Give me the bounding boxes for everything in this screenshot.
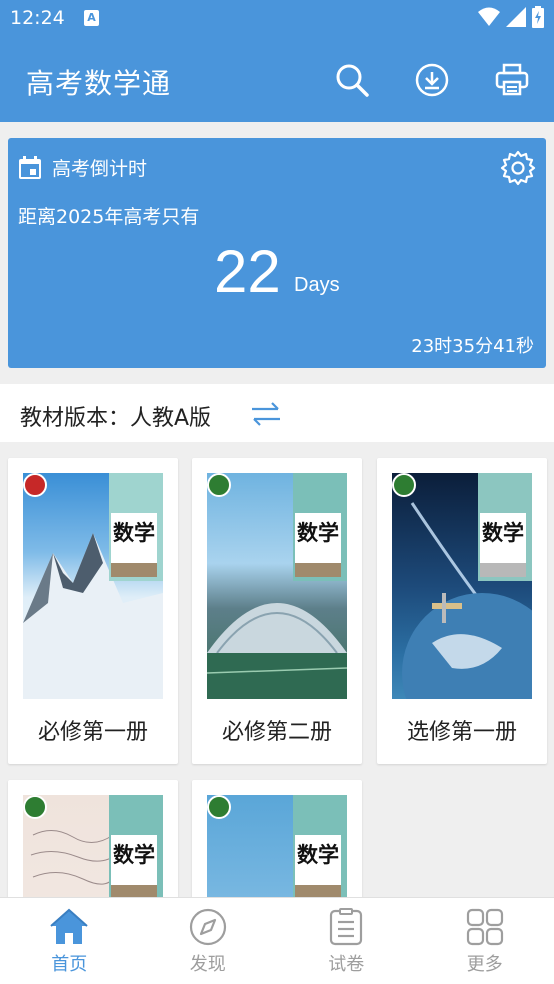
app-title: 高考数学通 bbox=[26, 67, 172, 100]
status-icons bbox=[478, 6, 544, 28]
nav-more[interactable]: 更多 bbox=[416, 898, 554, 984]
countdown-header: 高考倒计时 bbox=[18, 154, 147, 181]
book-card[interactable]: 数学 选修第一册 bbox=[377, 458, 547, 764]
publisher-logo bbox=[207, 473, 231, 497]
printer-icon bbox=[495, 63, 529, 96]
countdown-settings-button[interactable] bbox=[500, 150, 536, 190]
countdown-days-unit: Days bbox=[294, 274, 340, 296]
app-actions bbox=[330, 60, 534, 100]
book-cover: 数学 bbox=[23, 473, 163, 699]
search-button[interactable] bbox=[330, 60, 374, 100]
nav-more-label: 更多 bbox=[466, 954, 503, 975]
nav-home-label: 首页 bbox=[51, 954, 88, 975]
gear-icon bbox=[500, 150, 536, 186]
publisher-logo bbox=[207, 795, 231, 819]
book-card[interactable]: 数学 bbox=[192, 780, 362, 910]
countdown-remaining-time: 23时35分41秒 bbox=[411, 336, 534, 357]
download-icon bbox=[415, 63, 449, 97]
compass-icon bbox=[189, 908, 226, 946]
status-time: 12:24 bbox=[10, 7, 65, 29]
book-label: 必修第二册 bbox=[221, 720, 332, 745]
edition-bar[interactable]: 教材版本：人教A版 bbox=[0, 384, 554, 442]
cover-title: 数学 bbox=[113, 842, 155, 867]
book-card[interactable]: 数学 必修第二册 bbox=[192, 458, 362, 764]
wifi-icon bbox=[478, 7, 500, 26]
cover-title: 数学 bbox=[113, 520, 155, 545]
app-bar: 高考数学通 bbox=[0, 38, 554, 122]
book-cover: 数学 bbox=[23, 795, 163, 910]
countdown-subtitle: 距离2025年高考只有 bbox=[18, 206, 200, 228]
countdown-card: 高考倒计时 距离2025年高考只有 22 Days 23时35分41秒 bbox=[8, 138, 546, 368]
book-card[interactable]: 数学 bbox=[8, 780, 178, 910]
home-icon bbox=[50, 908, 88, 944]
publisher-logo bbox=[23, 795, 47, 819]
download-button[interactable] bbox=[410, 60, 454, 100]
countdown-heading: 高考倒计时 bbox=[52, 158, 148, 180]
publisher-logo bbox=[392, 473, 416, 497]
swap-icon[interactable] bbox=[250, 400, 282, 428]
notification-icon: A bbox=[84, 10, 99, 26]
cover-title: 数学 bbox=[482, 520, 524, 545]
cover-volume bbox=[295, 563, 341, 577]
cover-title: 数学 bbox=[297, 520, 339, 545]
book-cover: 数学 bbox=[392, 473, 532, 699]
cover-title: 数学 bbox=[297, 842, 339, 867]
signal-icon bbox=[506, 7, 526, 27]
book-card[interactable]: 数学 必修第一册 bbox=[8, 458, 178, 764]
bottom-nav: 首页 发现 试卷 更多 bbox=[0, 897, 554, 984]
nav-home[interactable]: 首页 bbox=[0, 898, 139, 984]
search-icon bbox=[336, 64, 369, 97]
nav-papers[interactable]: 试卷 bbox=[277, 898, 416, 984]
publisher-logo bbox=[23, 473, 47, 497]
nav-papers-label: 试卷 bbox=[328, 954, 365, 975]
paper-icon bbox=[330, 908, 363, 946]
edition-label: 教材版本：人教A版 bbox=[20, 406, 212, 431]
battery-icon bbox=[532, 6, 544, 28]
book-label: 选修第一册 bbox=[406, 720, 517, 745]
grid-icon bbox=[466, 908, 503, 946]
status-bar: 12:24 A bbox=[0, 0, 554, 38]
book-cover: 数学 bbox=[207, 473, 347, 699]
nav-discover-label: 发现 bbox=[189, 954, 226, 975]
calendar-icon bbox=[19, 155, 41, 179]
book-label: 必修第一册 bbox=[37, 720, 148, 745]
cover-volume bbox=[480, 563, 526, 577]
nav-discover[interactable]: 发现 bbox=[139, 898, 278, 984]
book-cover: 数学 bbox=[207, 795, 347, 910]
cover-volume bbox=[111, 563, 157, 577]
countdown-days-number: 22 bbox=[214, 238, 281, 305]
print-button[interactable] bbox=[490, 60, 534, 100]
